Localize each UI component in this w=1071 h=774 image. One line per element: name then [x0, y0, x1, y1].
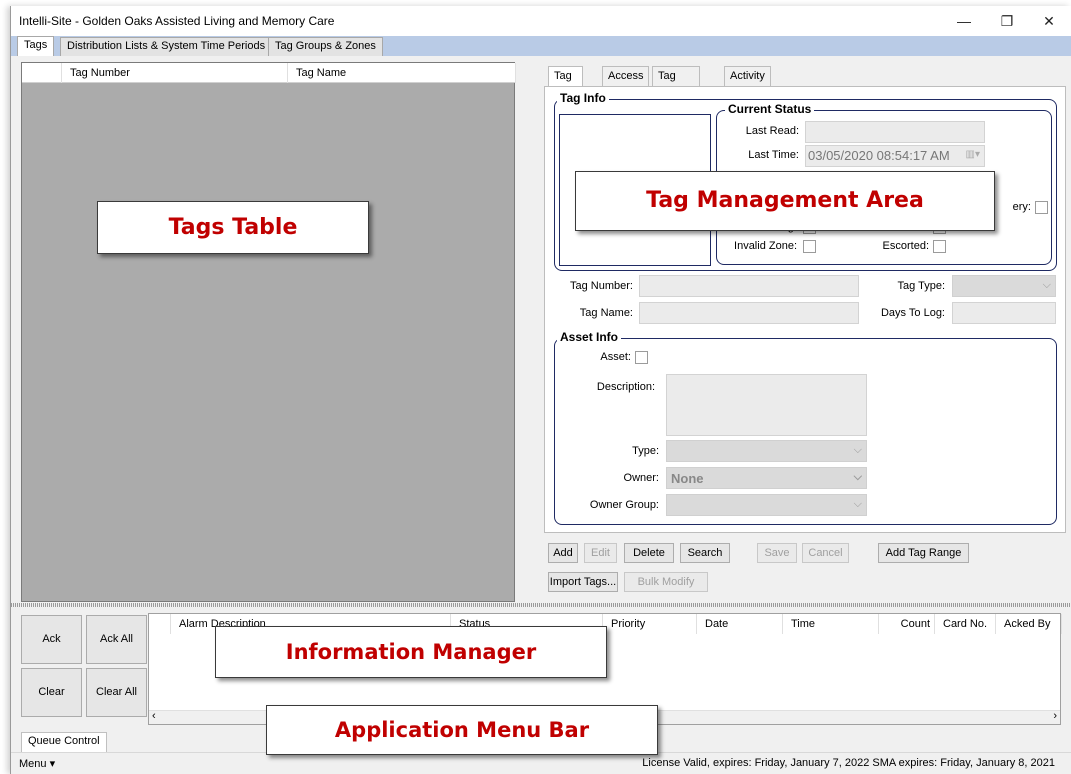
column-header-tag-number[interactable]: Tag Number — [62, 63, 288, 83]
scroll-left-icon[interactable]: ‹ — [152, 710, 156, 722]
last-time-picker[interactable]: 03/05/2020 08:54:17 AM ▥▾ — [805, 145, 985, 167]
clear-button[interactable]: Clear — [21, 668, 82, 717]
ack-all-button[interactable]: Ack All — [86, 615, 147, 664]
tab-activity[interactable]: Activity — [724, 66, 771, 86]
tag-name-label: Tag Name: — [579, 307, 633, 319]
asset-type-select[interactable]: ⌵ — [666, 440, 867, 462]
tab-queue-control[interactable]: Queue Control — [21, 732, 107, 752]
days-to-log-label: Days To Log: — [880, 307, 945, 319]
alarm-column-time[interactable]: Time — [783, 614, 879, 634]
tab-tags[interactable]: Tags — [17, 36, 55, 56]
last-time-label: Last Time: — [748, 149, 799, 161]
title-bar: Intelli-Site - Golden Oaks Assisted Livi… — [11, 6, 1071, 36]
application-window: Intelli-Site - Golden Oaks Assisted Livi… — [10, 6, 1071, 774]
asset-info-group: Asset Info Asset: Description: Type: ⌵ O… — [554, 330, 1057, 525]
cancel-button[interactable]: Cancel — [802, 543, 849, 563]
alarm-column-count[interactable]: Count — [879, 614, 935, 634]
tag-data-page: Tag Info Current Status Last Read: Last … — [544, 86, 1066, 533]
owner-group-select[interactable]: ⌵ — [666, 494, 867, 516]
description-field[interactable] — [666, 374, 867, 436]
minimize-icon[interactable]: — — [946, 10, 982, 32]
alarm-column-card-no[interactable]: Card No. — [935, 614, 996, 634]
status-bar: Menu ▾ License Valid, expires: Friday, J… — [11, 752, 1071, 774]
scroll-right-icon[interactable]: › — [1053, 710, 1057, 722]
asset-info-label: Asset Info — [557, 330, 622, 344]
tag-name-field[interactable] — [639, 302, 859, 324]
main-tab-strip: Tags Distribution Lists & System Time Pe… — [11, 36, 1071, 56]
callout-application-menu-bar: Application Menu Bar — [266, 705, 658, 755]
tags-table-header: Tag Number Tag Name — [22, 63, 516, 83]
alarm-column-select[interactable] — [149, 614, 171, 634]
battery-label: ery: — [1012, 201, 1031, 213]
search-button[interactable]: Search — [680, 543, 730, 563]
escorted-checkbox[interactable] — [933, 240, 946, 253]
ack-button[interactable]: Ack — [21, 615, 82, 664]
asset-label: Asset: — [600, 351, 631, 363]
alarm-column-acked-by[interactable]: Acked By — [996, 614, 1062, 634]
owner-select[interactable]: None ⌵ — [666, 467, 867, 489]
description-label: Description: — [596, 381, 655, 393]
alarm-column-priority[interactable]: Priority — [603, 614, 697, 634]
calendar-dropdown-icon[interactable]: ▥▾ — [966, 149, 980, 160]
last-read-label: Last Read: — [745, 125, 799, 137]
callout-tags-table: Tags Table — [97, 201, 369, 254]
last-time-value: 03/05/2020 08:54:17 AM — [808, 148, 950, 163]
callout-information-manager: Information Manager — [215, 626, 607, 678]
chevron-down-icon: ⌵ — [853, 498, 862, 510]
invalid-zone-checkbox[interactable] — [803, 240, 816, 253]
tab-tag-groups[interactable]: Tag Groups — [652, 66, 701, 100]
last-read-field — [805, 121, 985, 143]
battery-checkbox[interactable] — [1035, 201, 1048, 214]
close-icon[interactable]: ✕ — [1031, 10, 1067, 32]
type-label: Type: — [632, 445, 659, 457]
clear-all-button[interactable]: Clear All — [86, 668, 147, 717]
restore-icon[interactable]: ❐ — [989, 10, 1025, 32]
bulk-modify-button[interactable]: Bulk Modify — [624, 572, 708, 592]
owner-group-label: Owner Group: — [589, 499, 659, 511]
current-status-label: Current Status — [725, 102, 815, 116]
column-header-tag-name[interactable]: Tag Name — [288, 63, 516, 83]
chevron-down-icon: ⌵ — [853, 471, 862, 483]
chevron-down-icon: ⌵ — [853, 444, 862, 456]
import-tags-button[interactable]: Import Tags... — [548, 572, 618, 592]
add-button[interactable]: Add — [548, 543, 578, 563]
tab-distribution-lists[interactable]: Distribution Lists & System Time Periods — [60, 37, 273, 56]
menu-button[interactable]: Menu ▾ — [19, 757, 55, 770]
column-header-select[interactable] — [22, 63, 62, 83]
escorted-label: Escorted: — [882, 240, 929, 252]
tag-number-field[interactable] — [639, 275, 859, 297]
tab-tag-data[interactable]: Tag Data — [548, 66, 584, 100]
days-to-log-field[interactable] — [952, 302, 1056, 324]
chevron-down-icon: ⌵ — [1042, 279, 1051, 291]
edit-button[interactable]: Edit — [584, 543, 617, 563]
window-title: Intelli-Site - Golden Oaks Assisted Livi… — [19, 14, 335, 28]
tag-type-label: Tag Type: — [897, 280, 946, 292]
license-status: License Valid, expires: Friday, January … — [642, 757, 1055, 769]
owner-label: Owner: — [623, 472, 659, 484]
tab-access[interactable]: Access — [602, 66, 650, 86]
alarm-column-date[interactable]: Date — [697, 614, 783, 634]
add-tag-range-button[interactable]: Add Tag Range — [878, 543, 969, 563]
invalid-zone-label: Invalid Zone: — [734, 240, 797, 252]
tags-table[interactable]: Tag Number Tag Name — [21, 62, 516, 602]
tab-tag-groups-zones[interactable]: Tag Groups & Zones — [268, 37, 383, 56]
pane-splitter[interactable] — [11, 603, 1071, 607]
asset-checkbox[interactable] — [635, 351, 648, 364]
tag-type-select[interactable]: ⌵ — [952, 275, 1056, 297]
callout-tag-management-area: Tag Management Area — [575, 171, 995, 231]
save-button[interactable]: Save — [757, 543, 797, 563]
delete-button[interactable]: Delete — [624, 543, 674, 563]
owner-value: None — [671, 471, 704, 486]
tag-info-label: Tag Info — [557, 91, 609, 105]
tag-number-label: Tag Number: — [570, 280, 633, 292]
